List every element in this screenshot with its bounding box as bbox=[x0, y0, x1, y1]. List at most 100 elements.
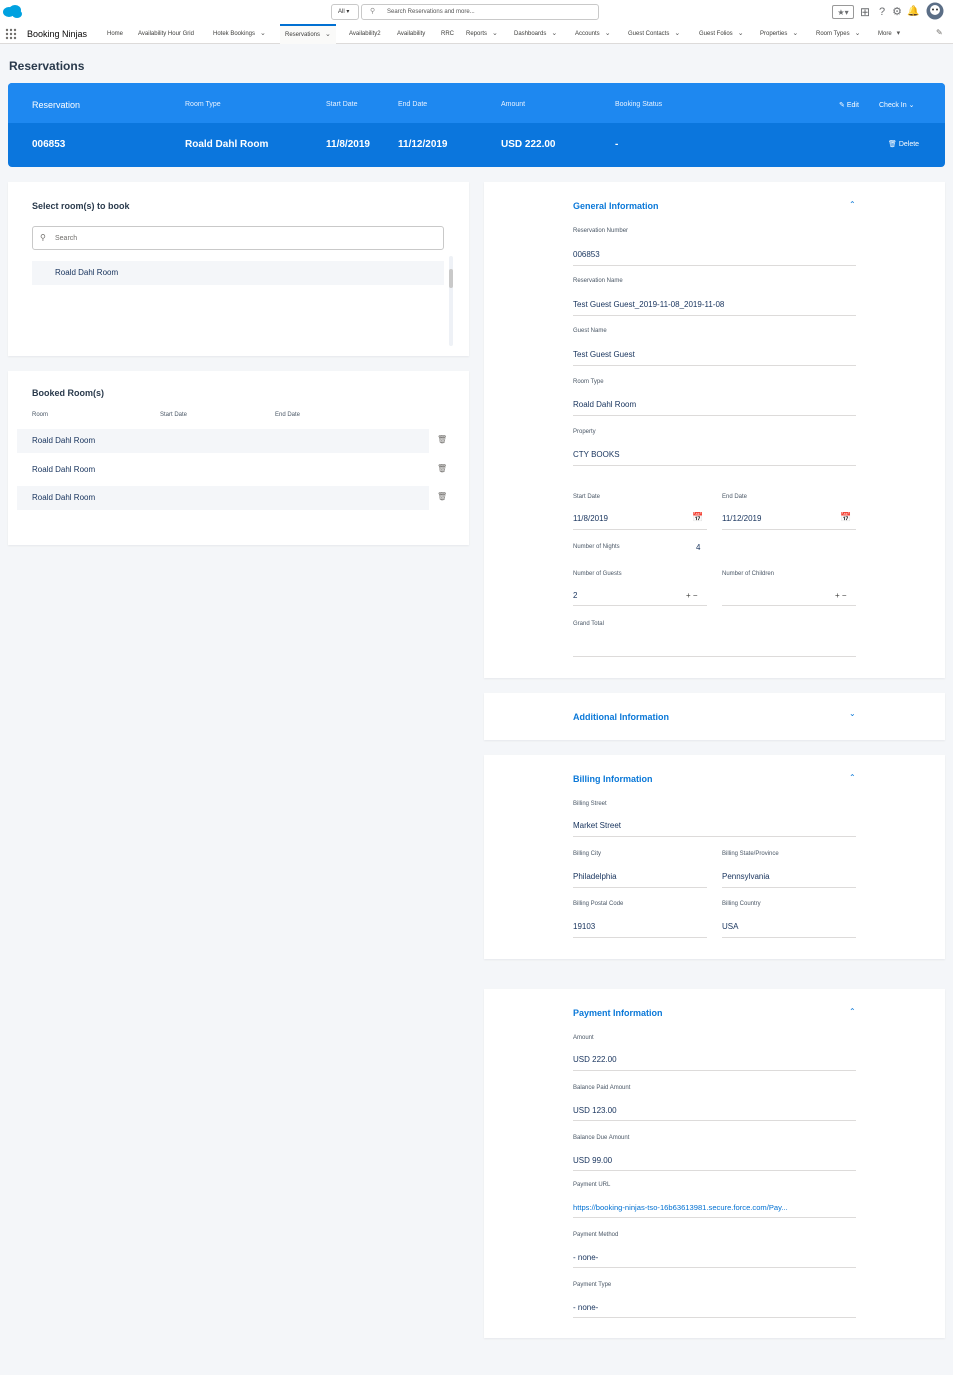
payment-method-label: Payment Method bbox=[573, 1232, 619, 1238]
favorites-icon[interactable]: ★▾ bbox=[832, 5, 854, 19]
general-information-card: General Information ⌃ Reservation Number… bbox=[484, 182, 945, 678]
guests-input[interactable]: 2 bbox=[573, 591, 577, 600]
guests-label: Number of Guests bbox=[573, 571, 622, 577]
nav-item-room-types[interactable]: Room Types ⌄ bbox=[816, 24, 860, 44]
billing-information-title[interactable]: Billing Information bbox=[573, 774, 653, 784]
billing-city-label: Billing City bbox=[573, 851, 602, 857]
payment-information-title[interactable]: Payment Information bbox=[573, 1008, 663, 1018]
add-icon[interactable]: ⊞ bbox=[859, 4, 871, 20]
avatar[interactable] bbox=[926, 2, 944, 20]
banner-end-date: 11/12/2019 bbox=[398, 139, 448, 150]
billing-city-value: Philadelphia bbox=[573, 872, 617, 881]
reservation-number-label: Reservation Number bbox=[573, 228, 629, 234]
calendar-icon[interactable]: 📅 bbox=[692, 512, 703, 523]
setup-gear-icon[interactable]: ⚙ bbox=[891, 4, 903, 20]
nav-item-hotek-bookings[interactable]: Hotek Bookings ⌄ bbox=[213, 24, 266, 44]
reservation-name-label: Reservation Name bbox=[573, 278, 623, 284]
banner-start-date: 11/8/2019 bbox=[326, 139, 370, 150]
banner-header-booking-status: Booking Status bbox=[615, 101, 663, 108]
search-scope-select[interactable]: All ▾ bbox=[331, 4, 359, 20]
booked-rooms-title: Booked Room(s) bbox=[32, 388, 104, 398]
booked-rooms-card: Booked Room(s) Room Start Date End Date … bbox=[8, 371, 469, 545]
app-launcher-icon[interactable] bbox=[5, 28, 17, 40]
caret-down-icon: ▾ bbox=[896, 30, 901, 37]
chevron-down-icon: ⌄ bbox=[604, 30, 611, 37]
search-icon: ⚲ bbox=[40, 233, 46, 242]
chevron-down-icon[interactable]: ⌄ bbox=[849, 709, 856, 718]
nav-item-guest-folios[interactable]: Guest Folios ⌄ bbox=[699, 24, 744, 44]
nav-item-home[interactable]: Home bbox=[107, 24, 123, 44]
billing-state-value: Pennsylvania bbox=[722, 872, 770, 881]
nav-item-reports[interactable]: Reports ⌄ bbox=[466, 24, 498, 44]
nav-item-dashboards[interactable]: Dashboards ⌄ bbox=[514, 24, 557, 44]
banner-header-row bbox=[8, 83, 945, 123]
start-date-label: Start Date bbox=[573, 494, 601, 500]
banner-header-end-date: End Date bbox=[398, 101, 428, 108]
chevron-up-icon[interactable]: ⌃ bbox=[849, 773, 856, 782]
billing-country-label: Billing Country bbox=[722, 901, 761, 907]
trash-icon[interactable]: 🗑 bbox=[437, 492, 447, 501]
guests-stepper[interactable]: + − bbox=[686, 591, 698, 600]
general-information-title[interactable]: General Information bbox=[573, 201, 659, 211]
chevron-down-icon: ⌄ bbox=[737, 30, 744, 37]
start-date-input[interactable]: 11/8/2019 bbox=[573, 514, 608, 523]
nav-item-availability[interactable]: Availability bbox=[397, 24, 425, 44]
property-link[interactable]: CTY BOOKS bbox=[573, 450, 620, 459]
room-search-placeholder: Search bbox=[55, 235, 78, 242]
booked-room-name: Roald Dahl Room bbox=[32, 493, 96, 502]
nights-value: 4 bbox=[696, 543, 701, 552]
edit-button[interactable]: ✎ Edit bbox=[839, 101, 859, 109]
nav-item-properties[interactable]: Properties ⌄ bbox=[760, 24, 798, 44]
calendar-icon[interactable]: 📅 bbox=[840, 512, 851, 523]
banner-header-reservation: Reservation bbox=[32, 100, 81, 110]
help-icon[interactable]: ? bbox=[876, 4, 888, 20]
nav-item-more[interactable]: More ▾ bbox=[878, 24, 900, 44]
nav-item-rrc[interactable]: RRC bbox=[441, 24, 454, 44]
select-rooms-card: Select room(s) to book ⚲ Search Roald Da… bbox=[8, 182, 469, 356]
banner-header-room-type: Room Type bbox=[185, 101, 221, 108]
payment-information-card: Payment Information ⌃ Amount USD 222.00 … bbox=[484, 989, 945, 1338]
chevron-up-icon[interactable]: ⌃ bbox=[849, 200, 856, 209]
notifications-bell-icon[interactable]: 🔔 bbox=[907, 4, 919, 20]
nav-item-availability-hour-grid[interactable]: Availability Hour Grid bbox=[138, 24, 194, 44]
banner-booking-status: - bbox=[615, 139, 619, 150]
children-stepper[interactable]: + − bbox=[835, 591, 847, 600]
nav-item-availability2[interactable]: Availability2 bbox=[349, 24, 381, 44]
grand-total-label: Grand Total bbox=[573, 621, 604, 627]
edit-nav-pencil-icon[interactable]: ✎ bbox=[936, 28, 943, 37]
room-option[interactable]: Roald Dahl Room bbox=[32, 261, 444, 285]
nav-item-accounts[interactable]: Accounts ⌄ bbox=[575, 24, 611, 44]
chevron-down-icon: ▾ bbox=[346, 9, 350, 15]
salesforce-cloud-icon[interactable] bbox=[2, 4, 24, 19]
payment-url-link[interactable]: https://booking-ninjas-tso-16b63613981.s… bbox=[573, 1203, 856, 1212]
nav-item-guest-contacts[interactable]: Guest Contacts ⌄ bbox=[628, 24, 680, 44]
booked-room-name: Roald Dahl Room bbox=[32, 436, 96, 445]
additional-information-title[interactable]: Additional Information bbox=[573, 712, 669, 722]
guest-name-link[interactable]: Test Guest Guest bbox=[573, 350, 635, 359]
table-row: Roald Dahl Room bbox=[17, 486, 429, 510]
billing-postal-label: Billing Postal Code bbox=[573, 901, 624, 907]
room-type-label: Room Type bbox=[573, 379, 604, 385]
room-type-link[interactable]: Roald Dahl Room bbox=[573, 400, 636, 409]
trash-icon[interactable]: 🗑 bbox=[437, 435, 447, 444]
end-date-label: End Date bbox=[722, 494, 748, 500]
property-label: Property bbox=[573, 429, 596, 435]
check-in-button[interactable]: Check In ⌄ bbox=[879, 101, 914, 109]
delete-button[interactable]: 🗑 Delete bbox=[888, 140, 919, 148]
column-header-start-date: Start Date bbox=[160, 412, 188, 418]
chevron-up-icon[interactable]: ⌃ bbox=[849, 1007, 856, 1016]
end-date-input[interactable]: 11/12/2019 bbox=[722, 514, 761, 523]
scrollbar-thumb[interactable] bbox=[449, 269, 453, 288]
global-search-input[interactable]: ⚲ Search Reservations and more... bbox=[361, 4, 599, 20]
chevron-down-icon: ⌄ bbox=[792, 30, 799, 37]
trash-icon[interactable]: 🗑 bbox=[437, 464, 447, 473]
app-navigation-bar: Booking Ninjas Home Availability Hour Gr… bbox=[0, 24, 953, 44]
chevron-down-icon: ⌄ bbox=[260, 30, 266, 37]
banner-amount: USD 222.00 bbox=[501, 139, 556, 150]
nav-item-reservations[interactable]: Reservations ⌄ bbox=[280, 24, 336, 44]
payment-type-label: Payment Type bbox=[573, 1282, 612, 1288]
room-search-input[interactable]: ⚲ Search bbox=[32, 226, 444, 250]
chevron-down-icon: ⌄ bbox=[674, 30, 681, 37]
search-placeholder: Search Reservations and more... bbox=[387, 9, 475, 15]
scrollbar-track[interactable] bbox=[449, 256, 453, 346]
